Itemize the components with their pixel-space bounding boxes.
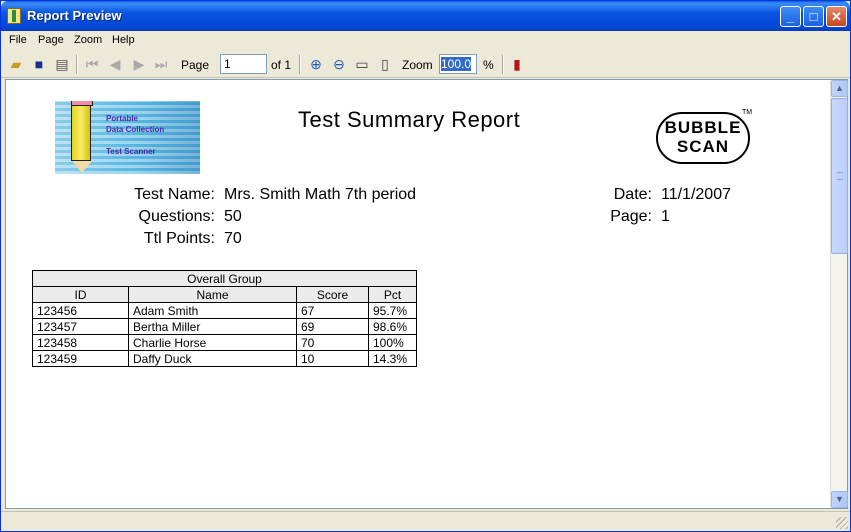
date-value: 11/1/2007 (661, 186, 731, 203)
report-viewer[interactable]: Portable Data Collection Test Scanner Te… (5, 79, 848, 509)
questions-label: Questions: (138, 208, 215, 225)
questions-value: 50 (224, 208, 242, 225)
cell-score: 69 (296, 318, 369, 335)
app-icon (7, 8, 21, 24)
scroll-down-button[interactable]: ▼ (831, 491, 848, 508)
minimize-button[interactable]: _ (780, 6, 801, 27)
save-icon[interactable]: ■ (31, 56, 47, 72)
report-page-value: 1 (661, 208, 670, 225)
cell-score: 67 (296, 302, 369, 319)
group-title: Overall Group (32, 270, 417, 287)
toolbar-separator (502, 55, 504, 74)
column-header-pct: Pct (368, 286, 417, 303)
page-number-input[interactable]: 1 (220, 54, 267, 74)
report-page-label: Page: (610, 208, 652, 225)
cell-name: Charlie Horse (128, 334, 297, 351)
menu-zoom[interactable]: Zoom (74, 34, 102, 46)
table-row: 123457 Bertha Miller 69 98.6% (32, 318, 417, 335)
exit-icon[interactable]: ▮ (509, 56, 525, 72)
menu-file[interactable]: File (9, 34, 27, 46)
cell-score: 70 (296, 334, 369, 351)
page-width-icon[interactable]: ▭ (354, 56, 370, 72)
cell-score: 10 (296, 350, 369, 367)
pencil-icon (71, 101, 93, 161)
maximize-button[interactable]: □ (803, 6, 824, 27)
table-header-row: ID Name Score Pct (32, 286, 417, 303)
bubble-scan-logo: BUBBLE SCAN (656, 112, 750, 164)
page-count-label: of 1 (271, 58, 292, 72)
bubble-scan-logo-line1: BUBBLE (664, 118, 742, 137)
window-title: Report Preview (27, 8, 122, 23)
cell-name: Bertha Miller (128, 318, 297, 335)
test-name-value: Mrs. Smith Math 7th period (224, 186, 417, 203)
total-points-label: Ttl Points: (143, 230, 215, 247)
cell-pct: 100% (368, 334, 417, 351)
cell-name: Daffy Duck (128, 350, 297, 367)
report-preview-window: Report Preview _ □ ✕ File Page Zoom Help… (0, 0, 851, 532)
menu-page[interactable]: Page (38, 34, 64, 46)
table-row: 123458 Charlie Horse 70 100% (32, 334, 417, 351)
last-page-icon[interactable]: ⏭ (153, 56, 169, 72)
logo-text-line3: Test Scanner (106, 147, 156, 156)
whole-page-icon[interactable]: ▯ (377, 56, 393, 72)
scroll-thumb[interactable] (831, 98, 848, 254)
logo-text-line1: Portable (106, 114, 139, 123)
print-icon[interactable]: ▤ (54, 56, 70, 72)
page-label: Page (181, 58, 210, 72)
cell-id: 123457 (32, 318, 129, 335)
column-header-id: ID (32, 286, 129, 303)
bubble-scan-logo-line2: SCAN (676, 137, 730, 156)
zoom-out-icon[interactable]: ⊖ (331, 56, 347, 72)
test-name-label: Test Name: (134, 186, 215, 203)
cell-name: Adam Smith (128, 302, 297, 319)
zoom-unit-label: % (483, 58, 494, 72)
close-button[interactable]: ✕ (826, 6, 847, 27)
cell-pct: 98.6% (368, 318, 417, 335)
portable-data-collection-logo: Portable Data Collection Test Scanner (55, 101, 200, 174)
report-title: Test Summary Report (298, 107, 521, 132)
status-bar (1, 511, 850, 531)
trademark-mark: TM (742, 109, 753, 116)
logo-text-line2: Data Collection (106, 125, 165, 134)
menu-help[interactable]: Help (112, 34, 135, 46)
open-folder-icon[interactable]: ▰ (8, 56, 24, 72)
next-page-icon[interactable]: ▶ (131, 56, 147, 72)
cell-id: 123459 (32, 350, 129, 367)
scroll-up-button[interactable]: ▲ (831, 80, 848, 97)
resize-grip-icon[interactable] (836, 517, 848, 529)
toolbar-separator (76, 55, 78, 74)
cell-id: 123456 (32, 302, 129, 319)
table-row: 123459 Daffy Duck 10 14.3% (32, 350, 417, 367)
toolbar: ▰ ■ ▤ ⏮ ◀ ▶ ⏭ Page of 1 ⊕ ⊖ ▭ ▯ Zoom % ▮ (1, 51, 850, 78)
title-bar[interactable]: Report Preview _ □ ✕ (1, 1, 850, 31)
date-label: Date: (613, 186, 652, 203)
previous-page-icon[interactable]: ◀ (107, 56, 123, 72)
first-page-icon[interactable]: ⏮ (84, 56, 100, 72)
cell-pct: 95.7% (368, 302, 417, 319)
zoom-label: Zoom (402, 58, 433, 72)
total-points-value: 70 (224, 230, 242, 247)
results-table: Overall Group ID Name Score Pct 123456 A… (32, 270, 417, 367)
menu-bar: File Page Zoom Help (1, 31, 850, 50)
zoom-in-icon[interactable]: ⊕ (308, 56, 324, 72)
toolbar-separator (299, 55, 301, 74)
vertical-scrollbar[interactable]: ▲ ▼ (830, 80, 848, 508)
zoom-input[interactable]: 100.0 (439, 54, 477, 74)
table-row: 123456 Adam Smith 67 95.7% (32, 302, 417, 319)
column-header-score: Score (296, 286, 369, 303)
cell-id: 123458 (32, 334, 129, 351)
zoom-value: 100.0 (441, 57, 472, 71)
cell-pct: 14.3% (368, 350, 417, 367)
column-header-name: Name (128, 286, 297, 303)
